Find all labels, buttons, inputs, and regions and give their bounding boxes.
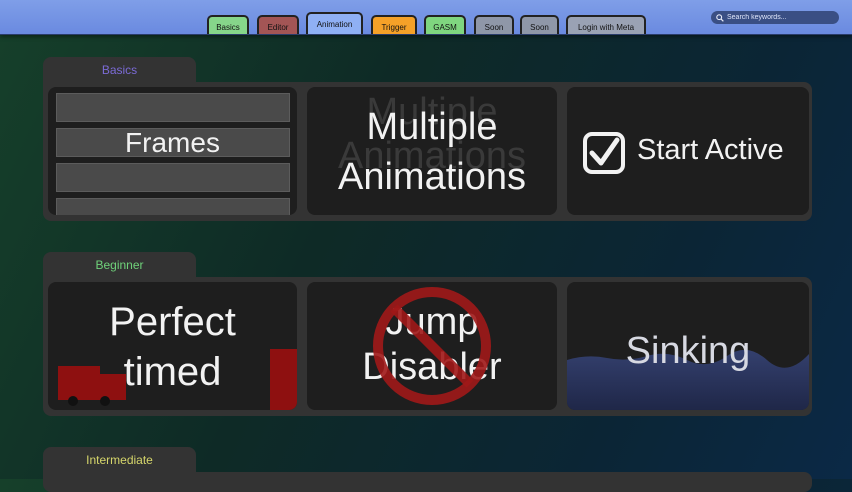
frame-bar: [56, 198, 290, 215]
frame-bar: [56, 93, 290, 122]
checkbox-checked-icon: [583, 132, 625, 174]
card-sinking[interactable]: Sinking: [567, 282, 809, 410]
card-label-sinking: Sinking: [625, 330, 751, 372]
tab-basics[interactable]: Basics: [207, 15, 249, 34]
search-icon: [716, 13, 724, 22]
card-label-start-active: Start Active: [637, 134, 784, 166]
login-with-meta-tab[interactable]: Login with Meta: [566, 15, 646, 34]
card-label-perfect: Perfect: [109, 300, 236, 344]
tab-editor[interactable]: Editor: [257, 15, 299, 34]
card-label-multiple: Multiple: [366, 106, 498, 148]
card-multiple-animations[interactable]: Multiple Animations Multiple Animations: [307, 87, 557, 215]
card-jump-disabler[interactable]: Jump Disabler: [307, 282, 557, 410]
section-intermediate: [43, 472, 812, 492]
section-beginner: Perfect timed Jump Disabler Sinking: [43, 277, 812, 416]
card-frames[interactable]: Frames: [48, 87, 297, 215]
tab-trigger[interactable]: Trigger: [371, 15, 417, 34]
frame-bar: [56, 163, 290, 192]
card-perfect-timed[interactable]: Perfect timed: [48, 282, 297, 410]
search-input[interactable]: [727, 14, 827, 21]
card-label-frames: Frames: [125, 127, 220, 158]
truck-wheel: [68, 396, 78, 406]
top-nav-bar: Basics Editor Animation Trigger GASM Soo…: [0, 0, 852, 35]
truck-wheel: [100, 396, 110, 406]
tab-gasm[interactable]: GASM: [424, 15, 466, 34]
card-label-animations: Animations: [338, 156, 526, 198]
card-start-active[interactable]: Start Active: [567, 87, 809, 215]
section-basics: Frames Multiple Animations Multiple Anim…: [43, 82, 812, 221]
card-label-timed: timed: [123, 350, 222, 394]
tab-soon-2[interactable]: Soon: [520, 15, 559, 34]
tab-animation[interactable]: Animation: [306, 12, 363, 34]
search-box[interactable]: [711, 11, 839, 24]
tab-soon-1[interactable]: Soon: [474, 15, 514, 34]
prohibited-icon: [373, 287, 491, 405]
